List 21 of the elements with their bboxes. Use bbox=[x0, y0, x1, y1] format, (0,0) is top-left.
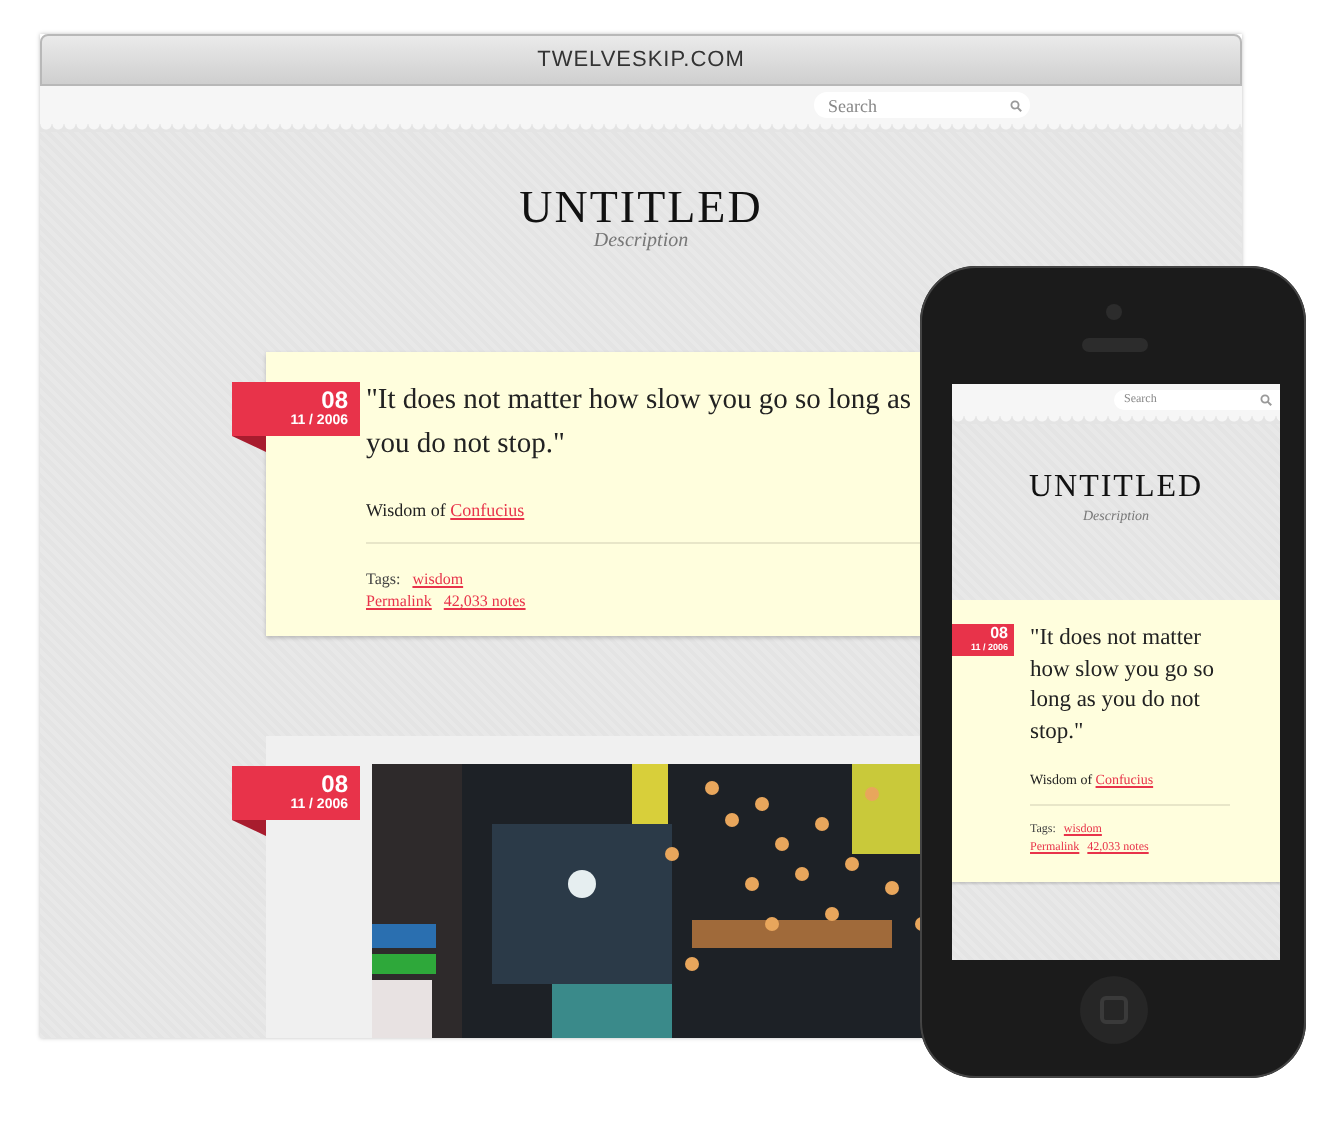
blog-title: UNTITLED bbox=[519, 180, 763, 232]
blog-title: UNTITLED bbox=[1028, 468, 1204, 508]
tags-label: Tags: bbox=[366, 568, 401, 590]
search-icon bbox=[1260, 394, 1272, 406]
post-day: 08 bbox=[990, 626, 1008, 642]
quote-source: Wisdom of Confucius bbox=[366, 500, 527, 520]
permalink-link[interactable]: Permalink bbox=[366, 590, 432, 612]
tag-link[interactable]: wisdom bbox=[412, 568, 464, 590]
quote-text: "It does not matter how slow you go so long as you do not stop." bbox=[366, 382, 914, 464]
notes-link[interactable]: 42,033 notes bbox=[443, 590, 526, 612]
post-day: 08 bbox=[321, 772, 348, 796]
search-field[interactable]: Search bbox=[814, 92, 1030, 118]
ribbon-fold-icon bbox=[232, 436, 266, 452]
home-button[interactable] bbox=[1080, 976, 1148, 1044]
ribbon-fold-icon bbox=[232, 820, 266, 836]
search-icon bbox=[1010, 99, 1022, 111]
quote-text: "It does not matter how slow you go so long as you do not stop." bbox=[1030, 624, 1217, 747]
window-title: TWELVESKIP.COM bbox=[537, 48, 745, 72]
source-link[interactable]: Confucius bbox=[450, 500, 525, 520]
blog-description: Description bbox=[593, 230, 689, 252]
post-day: 08 bbox=[321, 388, 348, 412]
